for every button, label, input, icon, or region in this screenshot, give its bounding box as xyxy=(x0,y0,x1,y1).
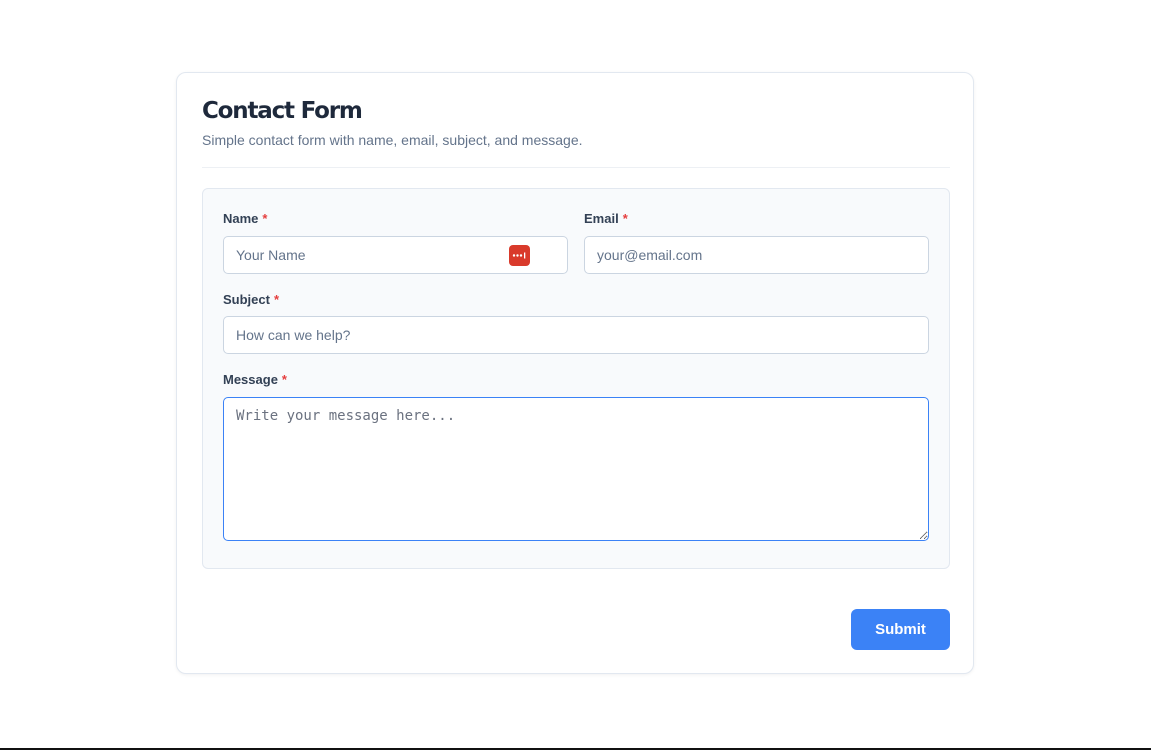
page-title: Contact Form xyxy=(202,98,363,124)
required-marker: * xyxy=(262,211,268,226)
page-subtitle: Simple contact form with name, email, su… xyxy=(202,132,583,148)
page: Contact Form Simple contact form with na… xyxy=(0,0,1151,750)
password-manager-icon[interactable] xyxy=(509,245,530,266)
submit-button[interactable]: Submit xyxy=(851,609,950,650)
message-label: Message * xyxy=(223,372,287,388)
password-dots-icon xyxy=(512,252,526,259)
message-textarea[interactable] xyxy=(223,397,929,541)
email-label-text: Email xyxy=(584,211,619,226)
header-divider xyxy=(202,167,950,168)
email-input[interactable] xyxy=(584,236,929,274)
subject-label-text: Subject xyxy=(223,292,270,307)
required-marker: * xyxy=(273,292,280,307)
required-marker: * xyxy=(622,211,628,226)
email-label: Email * xyxy=(584,211,628,227)
name-label-text: Name xyxy=(223,211,259,226)
subject-label: Subject * xyxy=(223,292,279,308)
required-marker: * xyxy=(281,372,287,387)
name-label: Name * xyxy=(223,211,267,227)
subject-input[interactable] xyxy=(223,316,929,354)
form-fields-panel: Name* Email* Subject* xyxy=(202,188,950,569)
contact-form-card: Contact Form Simple contact form with na… xyxy=(176,72,974,674)
message-label-text: Message xyxy=(223,372,278,387)
